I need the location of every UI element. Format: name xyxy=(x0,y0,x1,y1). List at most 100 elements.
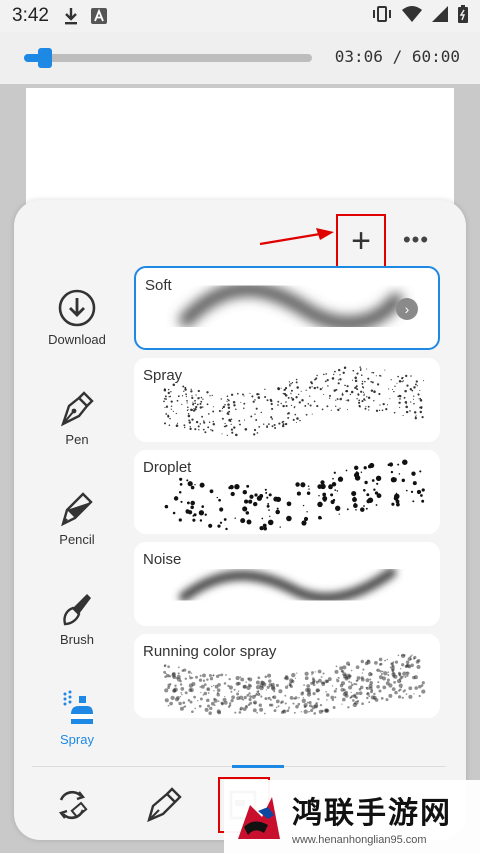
spray-dot xyxy=(286,501,292,507)
spray-dot xyxy=(382,402,385,406)
spray-dot xyxy=(369,462,375,468)
spray-dot xyxy=(332,477,334,480)
brush-card-running-color-spray[interactable]: Running color spray xyxy=(134,634,440,718)
spray-dot xyxy=(242,698,245,701)
spray-dot xyxy=(249,392,251,394)
spray-dot xyxy=(194,428,197,431)
spray-dot xyxy=(389,666,392,668)
spray-dot xyxy=(417,393,420,396)
spray-dot xyxy=(332,706,336,709)
spray-dot xyxy=(315,702,318,705)
spray-dot xyxy=(239,706,244,711)
spray-dot xyxy=(382,685,387,690)
spray-dot xyxy=(289,384,291,387)
spray-dot xyxy=(334,669,339,674)
spray-dot xyxy=(301,399,304,402)
spray-dot xyxy=(285,677,288,680)
spray-dot xyxy=(353,702,356,705)
spray-dot xyxy=(183,390,185,392)
spray-dot xyxy=(192,518,196,522)
spray-dot xyxy=(317,501,323,508)
spray-dot xyxy=(275,706,278,709)
category-pencil[interactable]: Pencil xyxy=(32,488,122,547)
spray-dot xyxy=(331,377,335,380)
spray-dot xyxy=(342,673,344,675)
brush-panel: + ••• Download Pen Pencil Brush Spray So… xyxy=(14,200,466,840)
spray-dot xyxy=(313,712,317,715)
brush-card-soft[interactable]: Soft › xyxy=(134,266,440,350)
spray-dot xyxy=(174,684,177,687)
spray-dot xyxy=(179,696,181,698)
spray-dot xyxy=(187,406,189,409)
spray-dot xyxy=(347,399,350,402)
spray-dot xyxy=(356,372,359,375)
spray-dot xyxy=(400,653,406,659)
more-options-button[interactable]: ••• xyxy=(394,220,438,260)
spray-dot xyxy=(314,703,319,708)
spray-dot xyxy=(285,423,287,426)
add-brush-button[interactable]: + xyxy=(336,214,386,268)
spray-dot xyxy=(393,411,396,414)
spray-dot xyxy=(170,695,175,701)
spray-dot xyxy=(269,515,271,517)
spray-dot xyxy=(257,396,261,399)
swap-color-button[interactable] xyxy=(52,785,92,825)
spray-dot xyxy=(385,408,388,411)
status-bar: 3:42 xyxy=(0,0,480,32)
spray-dot xyxy=(335,687,338,690)
app-notification-icon xyxy=(90,8,107,24)
category-pen[interactable]: Pen xyxy=(32,388,122,447)
spray-dot xyxy=(284,388,286,391)
spray-dot xyxy=(331,698,335,702)
spray-dot xyxy=(310,381,313,384)
spray-dot xyxy=(179,483,183,486)
category-spray[interactable]: Spray xyxy=(32,688,122,747)
spray-dot xyxy=(280,701,283,704)
brush-card-noise[interactable]: Noise xyxy=(134,542,440,626)
spray-dot xyxy=(304,404,307,407)
spray-dot xyxy=(259,526,264,531)
spray-dot xyxy=(221,407,224,410)
spray-dot xyxy=(410,401,412,403)
spray-dot xyxy=(177,666,180,669)
spray-dot xyxy=(353,503,358,509)
brush-tool-button[interactable] xyxy=(144,785,184,825)
spray-dot xyxy=(357,700,360,703)
spray-dot xyxy=(173,496,179,501)
spray-dot xyxy=(298,401,301,404)
timeline-knob[interactable] xyxy=(38,48,53,68)
spray-dot xyxy=(195,394,197,396)
watermark-title: 鸿联手游网 xyxy=(292,795,452,831)
spray-dot xyxy=(341,393,344,396)
spray-dot xyxy=(239,423,241,426)
spray-dot xyxy=(185,509,190,514)
spray-dot xyxy=(181,669,185,672)
spray-dot xyxy=(355,665,360,670)
spray-dot xyxy=(341,392,344,394)
category-download[interactable]: Download xyxy=(32,288,122,347)
spray-dot xyxy=(170,405,173,407)
brush-card-droplet[interactable]: Droplet xyxy=(134,450,440,534)
timeline-slider[interactable] xyxy=(24,48,312,68)
spray-dot xyxy=(368,672,373,677)
spray-dot xyxy=(192,515,195,517)
spray-dot xyxy=(376,685,380,689)
spray-dot xyxy=(212,406,214,408)
spray-dot xyxy=(225,527,228,531)
spray-dot xyxy=(346,508,349,511)
category-label: Brush xyxy=(60,632,94,647)
spray-dot xyxy=(236,692,240,696)
category-brush[interactable]: Brush xyxy=(32,588,122,647)
chevron-right-icon[interactable]: › xyxy=(396,298,418,320)
spray-dot xyxy=(220,398,223,400)
brush-card-spray[interactable]: Spray xyxy=(134,358,440,442)
spray-dot xyxy=(378,657,383,662)
spray-dot xyxy=(212,420,215,423)
spray-dot xyxy=(257,393,260,396)
spray-dot xyxy=(362,391,365,393)
spray-dot xyxy=(344,384,346,387)
spray-dot xyxy=(266,425,269,428)
spray-dot xyxy=(265,689,268,691)
spray-dot xyxy=(257,676,261,680)
spray-dot xyxy=(206,391,209,394)
